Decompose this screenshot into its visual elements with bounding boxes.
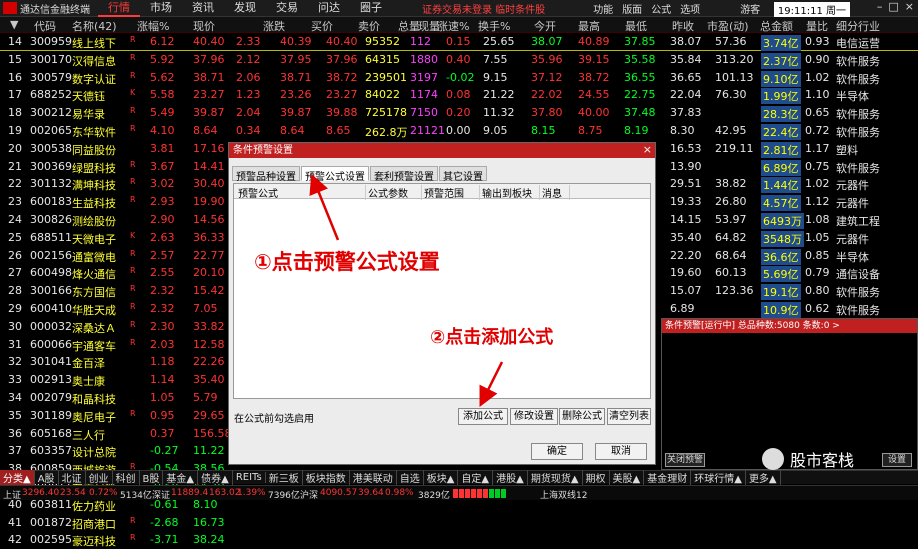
sh-index[interactable]: 3296.40 <box>22 488 59 498</box>
table-row[interactable]: 42 002595 豪迈科技 R -3.71 38.24 <box>0 531 918 549</box>
sz-index[interactable]: 11889.4 <box>171 488 208 498</box>
annotation-step2: ②点击添加公式 <box>430 327 554 348</box>
category-tab[interactable]: B股 <box>140 470 164 485</box>
category-tab[interactable]: 新三板 <box>266 470 303 485</box>
category-tab[interactable]: REITs <box>233 472 266 483</box>
hs-amount: 3829亿 <box>418 491 450 501</box>
close-alert-button[interactable]: 关闭预警 <box>665 453 705 467</box>
category-tab[interactable]: 板块▲ <box>424 470 459 485</box>
category-tab[interactable]: 自定▲ <box>458 470 494 485</box>
category-tab[interactable]: 港股▲ <box>493 470 528 485</box>
annotation-step1: ①点击预警公式设置 <box>254 250 440 274</box>
category-tab-bar: 分类▲ A股 北证 创业 科创 B股 基金▲ 债券▲ REITs 新三板 板块指数 港美联动 自选 板块▲… <box>0 470 918 485</box>
cell-pct: -3.71 <box>150 533 179 547</box>
exchange-line[interactable]: 上海双线12 <box>540 488 587 501</box>
category-tab[interactable]: A股 <box>35 470 59 485</box>
cell-mk: R <box>130 515 136 525</box>
wechat-icon <box>762 448 784 470</box>
cell-n: 41 <box>8 515 22 529</box>
cell-name: 佐力药业 <box>72 499 116 513</box>
category-tab[interactable]: 期货现货▲ <box>528 470 583 485</box>
category-tab[interactable]: 分类▲ <box>0 470 35 485</box>
cell-name: 豪迈科技 <box>72 535 116 549</box>
market-breadth-bars <box>453 489 506 498</box>
arrow-to-add-button <box>479 361 504 407</box>
category-tab[interactable]: 环球行情▲ <box>691 470 746 485</box>
hs-percent: 0.98% <box>385 488 414 498</box>
category-tab[interactable]: 期权 <box>583 470 610 485</box>
category-tab[interactable]: 美股▲ <box>610 470 645 485</box>
sz-percent: 1.39% <box>237 488 266 498</box>
sz-label: 深证 <box>152 491 171 501</box>
category-tab[interactable]: 创业 <box>86 470 113 485</box>
hs-change: 39.64 <box>358 488 384 498</box>
category-tab[interactable]: 更多▲ <box>746 470 781 485</box>
sh-percent: 0.72% <box>89 488 118 498</box>
category-tab[interactable]: 港美联动 <box>350 470 397 485</box>
sh-label: 上证 <box>3 491 22 501</box>
cell-mk: R <box>130 533 136 543</box>
watermark: 股市客栈 <box>762 447 854 471</box>
watermark-text: 股市客栈 <box>790 451 855 470</box>
category-tab[interactable]: 自选 <box>397 470 424 485</box>
cell-code: 002595 <box>30 533 72 547</box>
category-tab[interactable]: 科创 <box>113 470 140 485</box>
category-tab[interactable]: 板块指数 <box>303 470 350 485</box>
cell-price: 38.24 <box>193 533 225 547</box>
arrow-to-formula-tab <box>309 173 340 241</box>
sz-change: 163.02 <box>209 488 241 498</box>
alert-settings-button[interactable]: 设置 <box>882 453 912 467</box>
status-bar: 上证 3296.40 23.54 0.72% 5134亿 深证 11889.4 … <box>0 485 918 501</box>
category-tab[interactable]: 北证 <box>59 470 86 485</box>
category-tab[interactable]: 债券▲ <box>198 470 233 485</box>
sz-amount: 7396亿 <box>268 491 300 501</box>
sh-amount: 5134亿 <box>120 491 152 501</box>
cell-pct: -2.68 <box>150 515 179 529</box>
cell-code: 001872 <box>30 515 72 529</box>
alert-panel-title: 条件预警[运行中] 总品种数:5080 条数:0 > <box>662 319 917 333</box>
cell-price: 16.73 <box>193 515 225 529</box>
sh-change: 23.54 <box>60 488 86 498</box>
hs-label: 沪深 <box>300 491 319 501</box>
table-row[interactable]: 41 001872 招商港口 R -2.68 16.73 <box>0 514 918 532</box>
cell-name: 招商港口 <box>72 517 116 531</box>
cell-n: 42 <box>8 533 22 547</box>
category-tab[interactable]: 基金理财 <box>644 470 692 485</box>
hs-index[interactable]: 4090.57 <box>320 488 357 498</box>
category-tab[interactable]: 基金▲ <box>163 470 199 485</box>
